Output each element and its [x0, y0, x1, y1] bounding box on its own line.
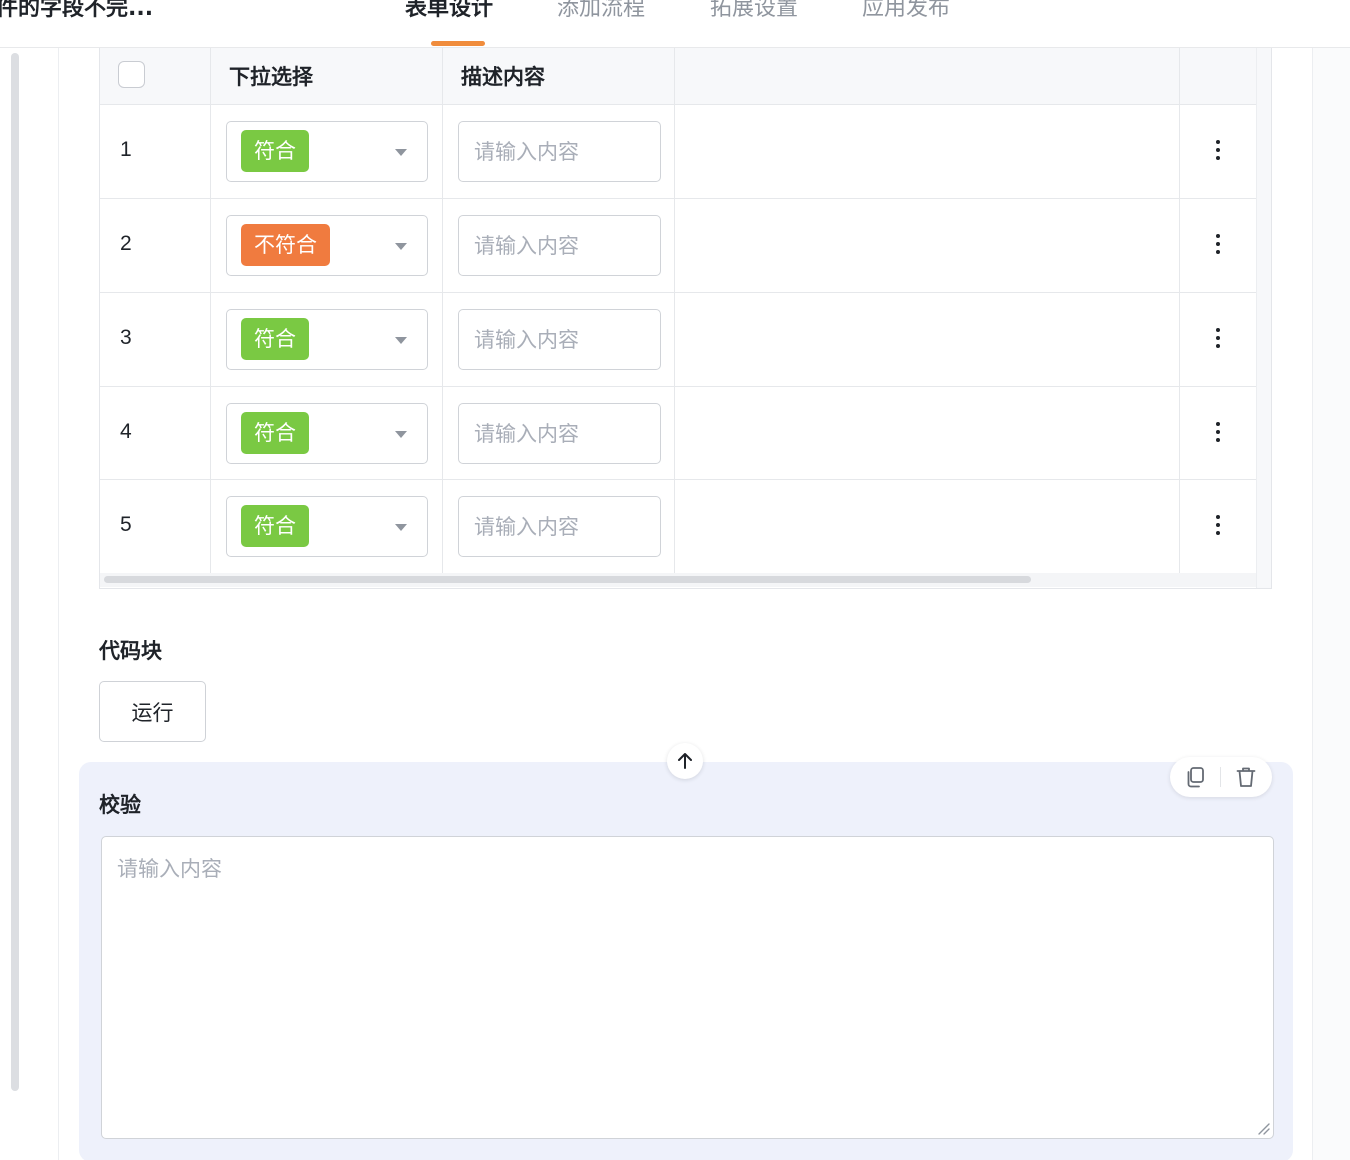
description-cell [443, 105, 675, 198]
run-button[interactable]: 运行 [99, 681, 206, 742]
code-block-label: 代码块 [99, 639, 162, 663]
more-vertical-icon[interactable] [1210, 422, 1226, 446]
empty-cell [675, 105, 1180, 198]
move-up-button[interactable] [667, 743, 703, 779]
option-select[interactable]: 符合 [226, 121, 428, 182]
dropdown-cell: 符合 [211, 293, 443, 386]
table-row: 4 符合 [100, 387, 1256, 480]
description-cell [443, 480, 675, 573]
verification-textarea[interactable] [101, 836, 1274, 1139]
caret-down-icon [395, 243, 407, 250]
description-input[interactable] [458, 309, 661, 370]
empty-cell [675, 480, 1180, 573]
description-input[interactable] [458, 496, 661, 557]
option-tag: 符合 [241, 412, 309, 454]
horizontal-scrollbar[interactable] [104, 576, 1031, 583]
caret-down-icon [395, 524, 407, 531]
row-index: 4 [120, 420, 132, 443]
select-all-cell [100, 48, 211, 104]
column-header: 下拉选择 [211, 48, 443, 104]
column-header-empty [675, 48, 1180, 104]
empty-cell [675, 387, 1180, 479]
option-select[interactable]: 不符合 [226, 215, 428, 276]
more-vertical-icon[interactable] [1210, 234, 1226, 258]
row-index: 2 [120, 232, 132, 255]
select-all-checkbox[interactable] [118, 61, 145, 88]
resize-handle-icon[interactable] [1256, 1121, 1270, 1135]
empty-cell [675, 293, 1180, 386]
table-row: 3 符合 [100, 293, 1256, 387]
column-header-actions [1180, 48, 1256, 104]
description-input[interactable] [458, 215, 661, 276]
content-divider [58, 48, 59, 1160]
row-index: 5 [120, 513, 132, 536]
trash-icon [1236, 767, 1256, 787]
description-cell [443, 199, 675, 292]
row-index-cell: 4 [100, 387, 211, 479]
row-index: 1 [120, 138, 132, 161]
option-tag: 符合 [241, 505, 309, 547]
copy-button[interactable] [1183, 764, 1209, 790]
sub-table: 下拉选择 描述内容 1 符合 2 不符合 [99, 48, 1272, 589]
caret-down-icon [395, 337, 407, 344]
option-tag: 不符合 [241, 224, 330, 266]
row-index: 3 [120, 326, 132, 349]
option-select[interactable]: 符合 [226, 496, 428, 557]
toolbar-divider [1220, 767, 1221, 787]
caret-down-icon [395, 431, 407, 438]
option-tag: 符合 [241, 318, 309, 360]
description-cell [443, 387, 675, 479]
description-cell [443, 293, 675, 386]
tab-app-publish[interactable]: 应用发布 [862, 0, 950, 22]
empty-cell [675, 199, 1180, 292]
option-select[interactable]: 符合 [226, 403, 428, 464]
table-header-row: 下拉选择 描述内容 [100, 48, 1256, 105]
table-row: 5 符合 [100, 480, 1256, 574]
column-header-description: 描述内容 [461, 65, 545, 89]
row-actions-cell [1180, 293, 1256, 386]
top-navigation: 件的字段不完... 表单设计 添加流程 拓展设置 应用发布 [0, 0, 1350, 48]
field-toolbar [1170, 757, 1272, 797]
delete-button[interactable] [1233, 764, 1259, 790]
active-tab-indicator [431, 41, 485, 46]
copy-icon [1187, 767, 1204, 788]
row-index-cell: 2 [100, 199, 211, 292]
table-row: 2 不符合 [100, 199, 1256, 293]
table-scroll-edge [1256, 48, 1271, 588]
right-gutter [1313, 48, 1350, 1160]
more-vertical-icon[interactable] [1210, 140, 1226, 164]
verification-label: 校验 [99, 793, 141, 817]
more-vertical-icon[interactable] [1210, 328, 1226, 352]
row-actions-cell [1180, 480, 1256, 573]
column-header-dropdown: 下拉选择 [229, 65, 313, 89]
vertical-scrollbar[interactable] [11, 53, 19, 1091]
dropdown-cell: 符合 [211, 105, 443, 198]
row-index-cell: 1 [100, 105, 211, 198]
tab-add-process[interactable]: 添加流程 [557, 0, 645, 22]
option-select[interactable]: 符合 [226, 309, 428, 370]
row-actions-cell [1180, 387, 1256, 479]
tab-extension-settings[interactable]: 拓展设置 [710, 0, 798, 22]
dropdown-cell: 不符合 [211, 199, 443, 292]
description-input[interactable] [458, 403, 661, 464]
description-input[interactable] [458, 121, 661, 182]
row-actions-cell [1180, 199, 1256, 292]
column-header: 描述内容 [443, 48, 675, 104]
app-title: 件的字段不完... [0, 0, 154, 21]
dropdown-cell: 符合 [211, 387, 443, 479]
row-index-cell: 5 [100, 480, 211, 573]
dropdown-cell: 符合 [211, 480, 443, 573]
row-index-cell: 3 [100, 293, 211, 386]
tab-form-design[interactable]: 表单设计 [405, 0, 493, 22]
option-tag: 符合 [241, 130, 309, 172]
caret-down-icon [395, 149, 407, 156]
table-row: 1 符合 [100, 105, 1256, 199]
row-actions-cell [1180, 105, 1256, 198]
arrow-up-icon [678, 753, 692, 769]
more-vertical-icon[interactable] [1210, 515, 1226, 539]
